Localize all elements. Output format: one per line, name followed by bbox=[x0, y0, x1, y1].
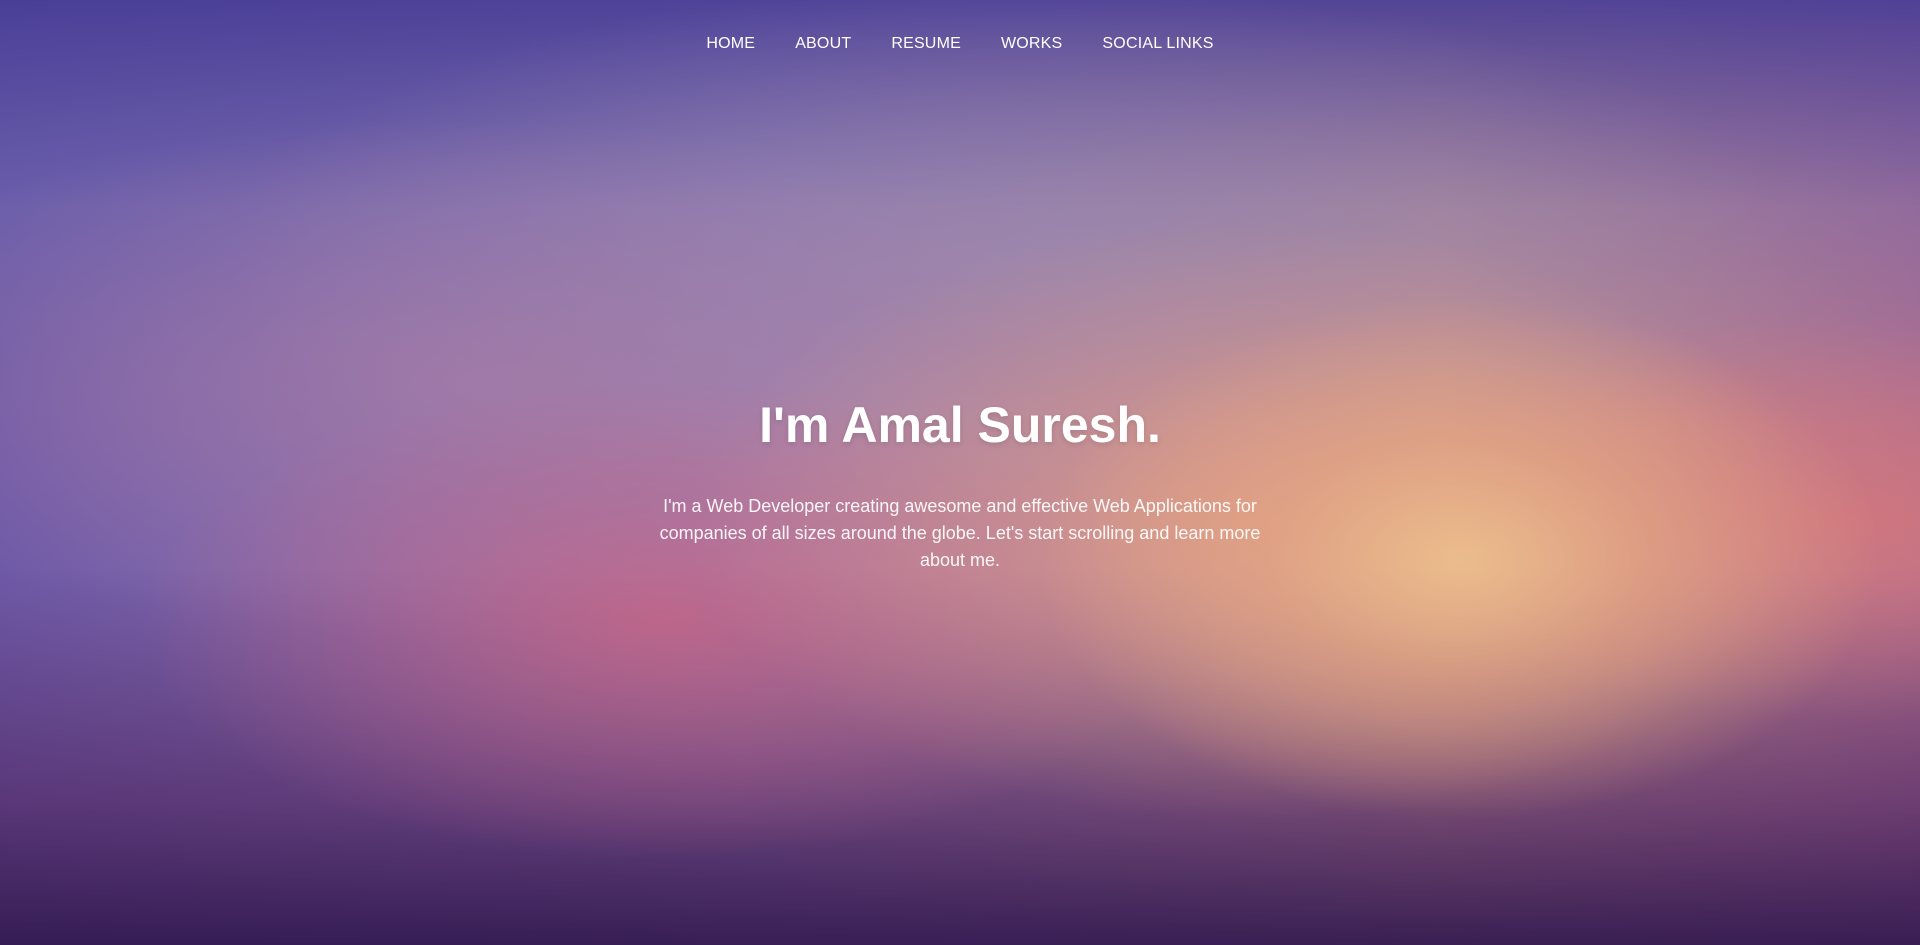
nav-about[interactable]: ABOUT bbox=[775, 27, 871, 61]
nav-resume[interactable]: RESUME bbox=[871, 27, 981, 61]
hero-content: I'm Amal Suresh. I'm a Web Developer cre… bbox=[0, 395, 1920, 574]
hero-intro: I'm a Web Developer creating awesome and… bbox=[659, 496, 1261, 570]
nav-works[interactable]: WORKS bbox=[981, 27, 1082, 61]
hero-section: HOME ABOUT RESUME WORKS SOCIAL LINKS I'm… bbox=[0, 0, 1920, 945]
nav-home[interactable]: HOME bbox=[686, 27, 775, 61]
nav-social-links[interactable]: SOCIAL LINKS bbox=[1082, 27, 1233, 61]
hero-title: I'm Amal Suresh. bbox=[759, 397, 1161, 453]
main-nav: HOME ABOUT RESUME WORKS SOCIAL LINKS bbox=[0, 0, 1920, 88]
